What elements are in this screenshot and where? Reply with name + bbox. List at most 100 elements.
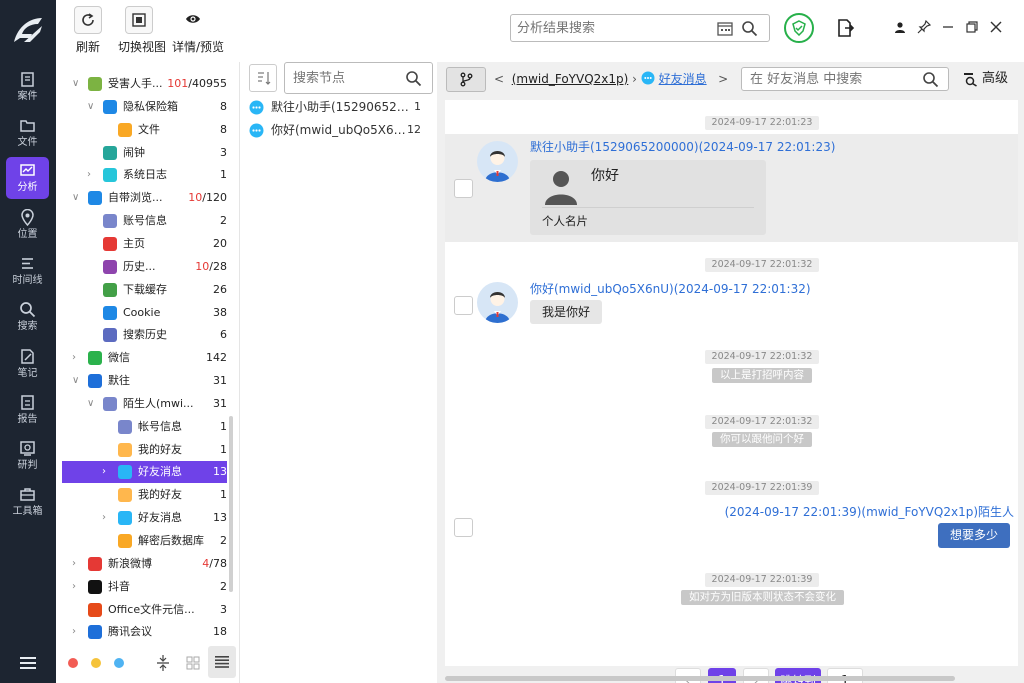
- search-icon[interactable]: [405, 70, 422, 87]
- tree-node[interactable]: 闹钟 3: [62, 142, 227, 164]
- global-search-input[interactable]: [517, 19, 707, 37]
- horizontal-scrollbar[interactable]: [445, 676, 955, 681]
- tree-node[interactable]: 文件 8: [62, 119, 227, 141]
- tree-node[interactable]: 账号信息 2: [62, 210, 227, 232]
- advanced-search-icon: [964, 73, 977, 87]
- tree-node-label: 受害人手...: [108, 77, 163, 90]
- user-icon[interactable]: [893, 20, 907, 34]
- refresh-button[interactable]: 刷新: [74, 6, 102, 55]
- message-checkbox[interactable]: [454, 179, 473, 198]
- tree-node[interactable]: 历史... 10/28: [62, 256, 227, 278]
- tree-scrollbar[interactable]: [229, 416, 233, 592]
- tree-node[interactable]: › 系统日志 1: [62, 164, 227, 186]
- message-bubble[interactable]: 我是你好: [530, 300, 603, 324]
- tree-node[interactable]: ∨ 隐私保险箱 8: [62, 96, 227, 118]
- tree-node[interactable]: › 微信 142: [62, 347, 227, 369]
- chevron-down-icon[interactable]: ∨: [87, 393, 99, 415]
- restore-icon[interactable]: [965, 20, 979, 34]
- nav-item-search[interactable]: 搜索: [6, 296, 49, 338]
- chevron-down-icon[interactable]: ∨: [72, 73, 84, 95]
- minimize-icon[interactable]: [941, 20, 955, 34]
- detail-preview-button[interactable]: 详情/预览: [172, 6, 224, 55]
- back-arrow-icon[interactable]: <: [494, 72, 504, 86]
- chevron-right-icon[interactable]: ›: [72, 347, 84, 369]
- tree-node[interactable]: 解密后数据库 2: [62, 530, 227, 552]
- node-search-input[interactable]: [293, 69, 403, 87]
- switch-view-button[interactable]: 切换视图: [118, 6, 166, 55]
- nav-item-analysis[interactable]: 分析: [6, 157, 49, 199]
- nav-item-judge[interactable]: 研判: [6, 435, 49, 477]
- red-filter-dot[interactable]: [68, 658, 78, 668]
- search-icon[interactable]: [922, 71, 939, 88]
- message-checkbox[interactable]: [454, 518, 473, 537]
- tree-node[interactable]: ∨ 自带浏览... 10/120: [62, 187, 227, 209]
- chevron-right-icon[interactable]: ›: [102, 507, 114, 529]
- node-list-item[interactable]: 你好(mwid_ubQo5X6nU) 12: [249, 119, 429, 141]
- blue-filter-dot[interactable]: [114, 658, 124, 668]
- tree-node[interactable]: › 抖音 2: [62, 576, 227, 598]
- tree-node[interactable]: › 好友消息 13: [62, 507, 227, 529]
- chevron-right-icon[interactable]: ›: [72, 621, 84, 643]
- calendar-icon[interactable]: [717, 21, 733, 36]
- branch-button[interactable]: [446, 67, 486, 92]
- verify-shield-button[interactable]: [784, 13, 814, 43]
- nav-item-report[interactable]: 报告: [6, 389, 49, 431]
- chat-search-input[interactable]: [750, 71, 920, 87]
- sort-icon: [258, 72, 271, 85]
- nav-item-folder[interactable]: 文件: [6, 112, 49, 154]
- message-checkbox[interactable]: [454, 296, 473, 315]
- list-view-button[interactable]: [208, 646, 236, 678]
- pin-icon[interactable]: [917, 20, 931, 34]
- tree-node[interactable]: 主页 20: [62, 233, 227, 255]
- collapse-icon[interactable]: [156, 654, 170, 672]
- nav-item-toolbox[interactable]: 工具箱: [6, 481, 49, 523]
- breadcrumb-friend-messages[interactable]: 好友消息: [659, 72, 707, 86]
- nav-item-note[interactable]: 笔记: [6, 343, 49, 385]
- tree-node[interactable]: › 腾讯会议 18: [62, 621, 227, 643]
- chevron-down-icon[interactable]: ∨: [87, 96, 99, 118]
- tree-node[interactable]: 我的好友 1: [62, 439, 227, 461]
- close-icon[interactable]: [989, 20, 1003, 34]
- tree-node[interactable]: ∨ 默往 31: [62, 370, 227, 392]
- hamburger-menu-icon[interactable]: [20, 657, 36, 669]
- tree-node[interactable]: ∨ 受害人手... 101/40955: [62, 73, 227, 95]
- nav-item-timeline[interactable]: 时间线: [6, 250, 49, 292]
- nav-item-label: 研判: [17, 460, 38, 471]
- contact-card[interactable]: 你好 个人名片: [530, 160, 766, 235]
- breadcrumb-account[interactable]: (mwid_FoYVQ2x1p): [512, 72, 629, 86]
- message-item[interactable]: 默往小助手(1529065200000)(2024-09-17 22:01:23…: [445, 134, 1018, 242]
- tree-node[interactable]: 我的好友 1: [62, 484, 227, 506]
- safe-icon: [103, 99, 117, 114]
- tree-node-label: 主页: [123, 236, 145, 250]
- chevron-right-icon[interactable]: ›: [72, 553, 84, 575]
- nav-item-location[interactable]: 位置: [6, 204, 49, 246]
- tree-node[interactable]: › 新浪微博 4/78: [62, 553, 227, 575]
- yellow-filter-dot[interactable]: [91, 658, 101, 668]
- node-list-item[interactable]: 默往小助手(1529065200000) 1: [249, 96, 429, 118]
- tree-node[interactable]: ∨ 陌生人(mwi... 31: [62, 393, 227, 415]
- chevron-down-icon[interactable]: ∨: [72, 370, 84, 392]
- chevron-right-icon[interactable]: ›: [72, 576, 84, 598]
- case-icon: [21, 72, 34, 87]
- message-bubble-outgoing[interactable]: 想要多少: [937, 523, 1010, 548]
- browser-icon: [88, 191, 102, 206]
- export-icon[interactable]: [835, 18, 855, 38]
- app-logo-icon: [14, 18, 42, 42]
- chevron-down-icon[interactable]: ∨: [72, 187, 84, 209]
- chevron-right-icon[interactable]: ›: [102, 461, 114, 483]
- tree-node-count: 13: [213, 465, 227, 479]
- tree-node[interactable]: › 好友消息 13: [62, 461, 227, 484]
- nav-item-case[interactable]: 案件: [6, 66, 49, 108]
- tree-node[interactable]: Office文件元信... 3: [62, 599, 227, 621]
- search-icon[interactable]: [741, 20, 758, 37]
- tree-node[interactable]: 下载缓存 26: [62, 279, 227, 301]
- tree-node[interactable]: 搜索历史 6: [62, 324, 227, 346]
- tree-node[interactable]: 帐号信息 1: [62, 416, 227, 438]
- sort-button[interactable]: [249, 64, 277, 92]
- grid-view-icon[interactable]: [186, 656, 200, 670]
- forward-arrow-icon[interactable]: >: [718, 72, 728, 86]
- douyin-icon: [88, 579, 102, 594]
- chevron-right-icon[interactable]: ›: [87, 164, 99, 186]
- tree-node[interactable]: Cookie 38: [62, 302, 227, 324]
- node-count: 12: [407, 123, 421, 136]
